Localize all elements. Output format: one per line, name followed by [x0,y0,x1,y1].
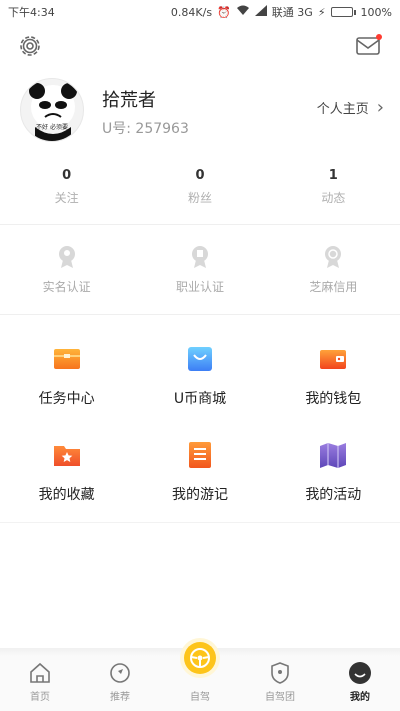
status-bar: 下午4:34 0.84K/s ⏰ 联通 3G ⚡ 100% [0,0,400,24]
wifi-icon [236,5,250,19]
feature-label: 我的收藏 [38,487,95,503]
sesame-credit-icon [320,244,346,270]
unread-dot [376,34,382,40]
stat-label: 动态 [321,191,346,205]
verify-label: 芝麻信用 [309,280,358,294]
status-time: 下午4:34 [8,6,55,19]
stat-value: 0 [195,168,205,183]
feature-grid: 任务中心 U币商城 我的钱包 我的收藏 我的游记 我的活动 [0,344,400,536]
divider [0,224,400,225]
homepage-link[interactable]: 个人主页 › [317,98,384,117]
avatar[interactable]: 不好 必须要 [20,78,84,142]
career-verify-item[interactable]: 职业认证 [133,244,266,300]
feature-label: U币商城 [173,391,227,407]
network-speed: 0.84K/s [170,5,213,19]
feature-label: 我的活动 [305,487,362,503]
task-center-item[interactable]: 任务中心 [0,344,133,440]
stat-label: 粉丝 [187,191,212,205]
nav-item-home[interactable]: 首页 [0,656,80,711]
feature-row: 任务中心 U币商城 我的钱包 [0,344,400,440]
username: 拾荒者 [102,90,156,111]
feature-label: 任务中心 [38,391,95,407]
gear-icon[interactable] [16,32,44,60]
status-right: 0.84K/s ⏰ 联通 3G ⚡ 100% [171,4,392,20]
shield-icon [267,660,293,686]
signal-icon [254,5,267,19]
envelope-icon[interactable] [354,32,384,60]
nav-item-recommend[interactable]: 推荐 [80,656,160,711]
battery-percent: 100% [360,5,392,19]
nav-label: 我的 [350,692,370,703]
top-bar [0,28,400,64]
chevron-right-icon: › [376,96,384,118]
nav-label: 首页 [30,692,50,703]
nav-item-self-drive[interactable]: 自驾 [160,642,240,711]
nav-label: 推荐 [110,692,130,703]
stat-followers[interactable]: 0 粉丝 [133,168,266,216]
verify-label: 实名认证 [42,280,91,294]
feature-label: 我的游记 [171,487,228,503]
realname-verify-icon [54,244,80,270]
nav-item-mine[interactable]: 我的 [320,656,400,711]
shopping-bag-icon [185,344,215,374]
task-center-icon [52,344,82,374]
battery-icon [330,7,356,17]
divider [0,314,400,315]
wallet-icon [318,344,348,374]
sesame-credit-item[interactable]: 芝麻信用 [267,244,400,300]
realname-verify-item[interactable]: 实名认证 [0,244,133,300]
avatar-caption: 不好 必须要 [36,124,68,131]
compass-icon [107,660,133,686]
stat-value: 1 [328,168,338,183]
nav-label: 自驾 [190,692,210,703]
nav-label: 自驾团 [265,692,295,703]
career-verify-icon [187,244,213,270]
steering-wheel-icon [184,642,216,674]
verify-label: 职业认证 [175,280,224,294]
home-icon [27,660,53,686]
profile-face-icon [347,660,373,686]
verification-row: 实名认证 职业认证 芝麻信用 [0,244,400,300]
alarm-icon: ⏰ [217,5,231,19]
carrier-label: 联通 3G [271,6,313,19]
favorites-folder-icon [52,440,82,470]
stat-label: 关注 [54,191,79,205]
divider [0,522,400,523]
homepage-label: 个人主页 [316,102,369,117]
stats-row: 0 关注 0 粉丝 1 动态 [0,168,400,216]
feature-label: 我的钱包 [305,391,362,407]
user-id: U号: 257963 [102,121,189,137]
stat-value: 0 [62,168,72,183]
bottom-nav: 首页 推荐 自驾 自驾团 我的 [0,642,400,711]
stat-posts[interactable]: 1 动态 [267,168,400,216]
nav-item-drive-group[interactable]: 自驾团 [240,656,320,711]
stat-following[interactable]: 0 关注 [0,168,133,216]
u-coin-mall-item[interactable]: U币商城 [133,344,266,440]
profile-header[interactable]: 不好 必须要 拾荒者 U号: 257963 个人主页 › [0,74,400,154]
wallet-item[interactable]: 我的钱包 [267,344,400,440]
activity-map-icon [318,440,348,470]
travel-notes-icon [185,440,215,470]
charging-icon: ⚡ [317,5,326,19]
